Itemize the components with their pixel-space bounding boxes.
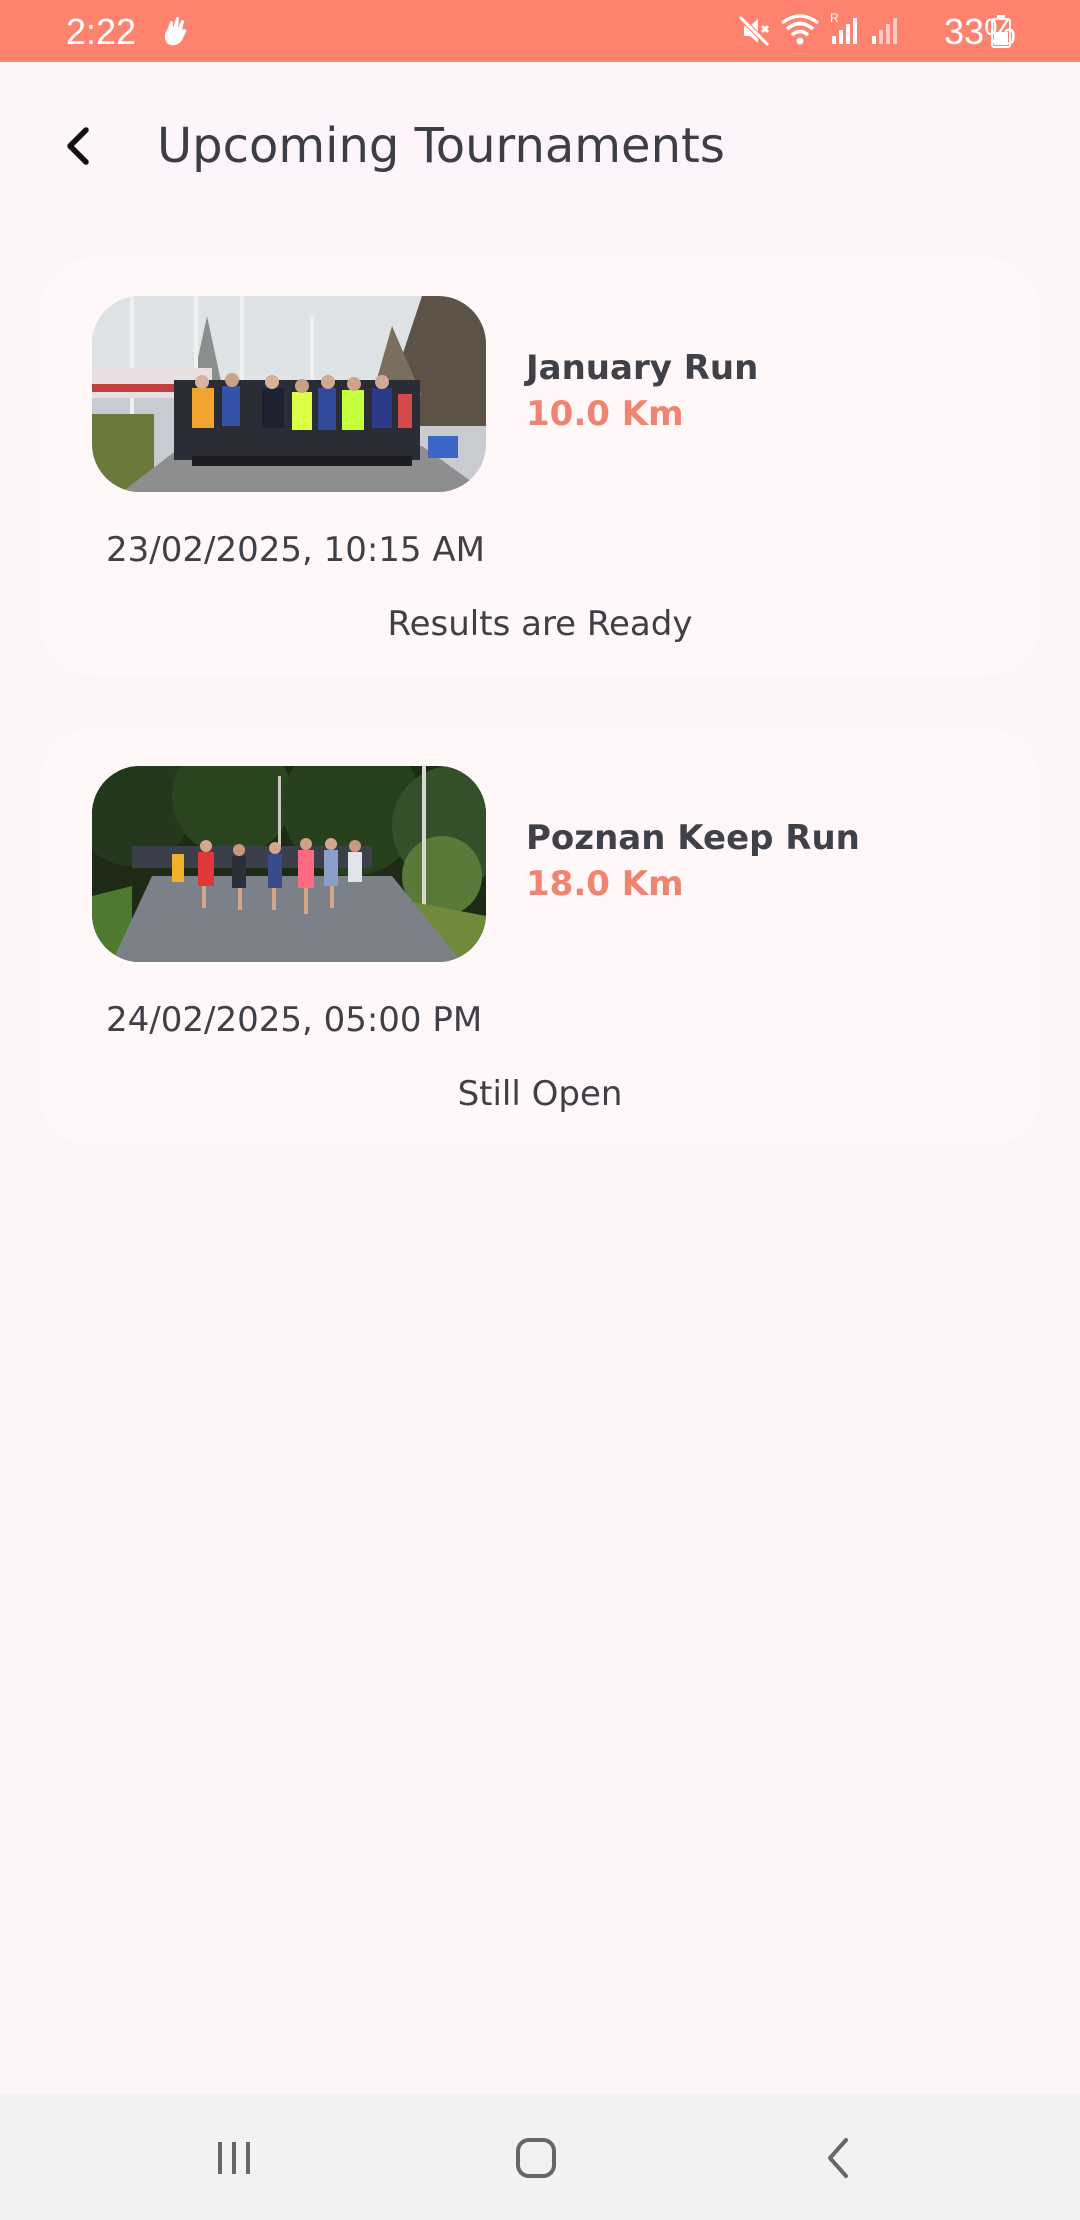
tournament-name: January Run xyxy=(526,348,759,388)
mute-icon xyxy=(738,15,770,47)
chevron-left-icon xyxy=(67,127,89,165)
back-button[interactable] xyxy=(48,114,112,178)
tournament-card[interactable]: Poznan Keep Run 18.0 Km 24/02/2025, 05:0… xyxy=(40,728,1040,1146)
hand-icon xyxy=(164,16,187,46)
tournament-card[interactable]: January Run 10.0 Km 23/02/2025, 10:15 AM… xyxy=(40,258,1040,676)
app-header: Upcoming Tournaments xyxy=(0,62,1080,230)
tournament-status: Still Open xyxy=(457,1074,623,1114)
tournament-distance: 10.0 Km xyxy=(526,394,684,434)
signal-icon xyxy=(872,18,897,44)
system-nav-bar xyxy=(0,2094,1080,2220)
tournament-distance: 18.0 Km xyxy=(526,864,684,904)
page-title: Upcoming Tournaments xyxy=(157,118,725,174)
wifi-icon xyxy=(780,14,820,45)
svg-text:R: R xyxy=(830,11,839,25)
tournament-name: Poznan Keep Run xyxy=(526,818,860,858)
tournament-image xyxy=(92,766,486,962)
status-bar: 2:22 R 33% xyxy=(0,0,1080,62)
home-icon[interactable] xyxy=(506,2128,566,2188)
back-icon[interactable] xyxy=(810,2128,870,2188)
tournament-status: Results are Ready xyxy=(387,604,693,644)
tournament-list: January Run 10.0 Km 23/02/2025, 10:15 AM… xyxy=(40,258,1040,1198)
battery-icon xyxy=(991,15,1011,48)
status-time: 2:22 xyxy=(66,11,137,52)
tournament-datetime: 23/02/2025, 10:15 AM xyxy=(106,530,485,570)
tournament-datetime: 24/02/2025, 05:00 PM xyxy=(106,1000,483,1040)
recent-apps-icon[interactable] xyxy=(204,2128,264,2188)
tournament-image xyxy=(92,296,486,492)
signal-roaming-icon: R xyxy=(830,11,857,44)
